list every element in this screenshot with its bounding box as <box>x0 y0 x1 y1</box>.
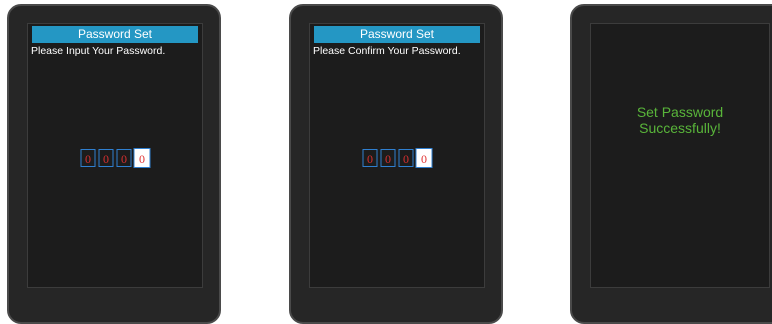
digit-box-2[interactable]: 0 <box>98 149 114 167</box>
success-line-1: Set Password <box>636 104 724 120</box>
digit-box-4-selected[interactable]: 0 <box>415 148 433 168</box>
password-digits: 0 0 0 0 <box>362 148 433 168</box>
screen-input-password: Password Set Please Input Your Password.… <box>27 23 203 288</box>
digit-box-2[interactable]: 0 <box>380 149 396 167</box>
success-line-2: Successfully! <box>639 120 721 136</box>
screen-confirm-password: Password Set Please Confirm Your Passwor… <box>309 23 485 288</box>
digit-box-4-selected[interactable]: 0 <box>133 148 151 168</box>
password-digits: 0 0 0 0 <box>80 148 151 168</box>
device-input-password: Password Set Please Input Your Password.… <box>7 4 221 324</box>
device-success: Set Password Successfully! <box>570 4 772 324</box>
title-bar: Password Set <box>314 26 480 43</box>
confirm-prompt: Please Confirm Your Password. <box>313 45 461 57</box>
device-confirm-password: Password Set Please Confirm Your Passwor… <box>289 4 503 324</box>
digit-box-3[interactable]: 0 <box>398 149 414 167</box>
success-message: Set Password Successfully! <box>591 104 769 136</box>
title-bar: Password Set <box>32 26 198 43</box>
screen-success: Set Password Successfully! <box>590 23 770 288</box>
digit-box-1[interactable]: 0 <box>80 149 96 167</box>
input-prompt: Please Input Your Password. <box>31 45 166 57</box>
digit-box-3[interactable]: 0 <box>116 149 132 167</box>
digit-box-1[interactable]: 0 <box>362 149 378 167</box>
